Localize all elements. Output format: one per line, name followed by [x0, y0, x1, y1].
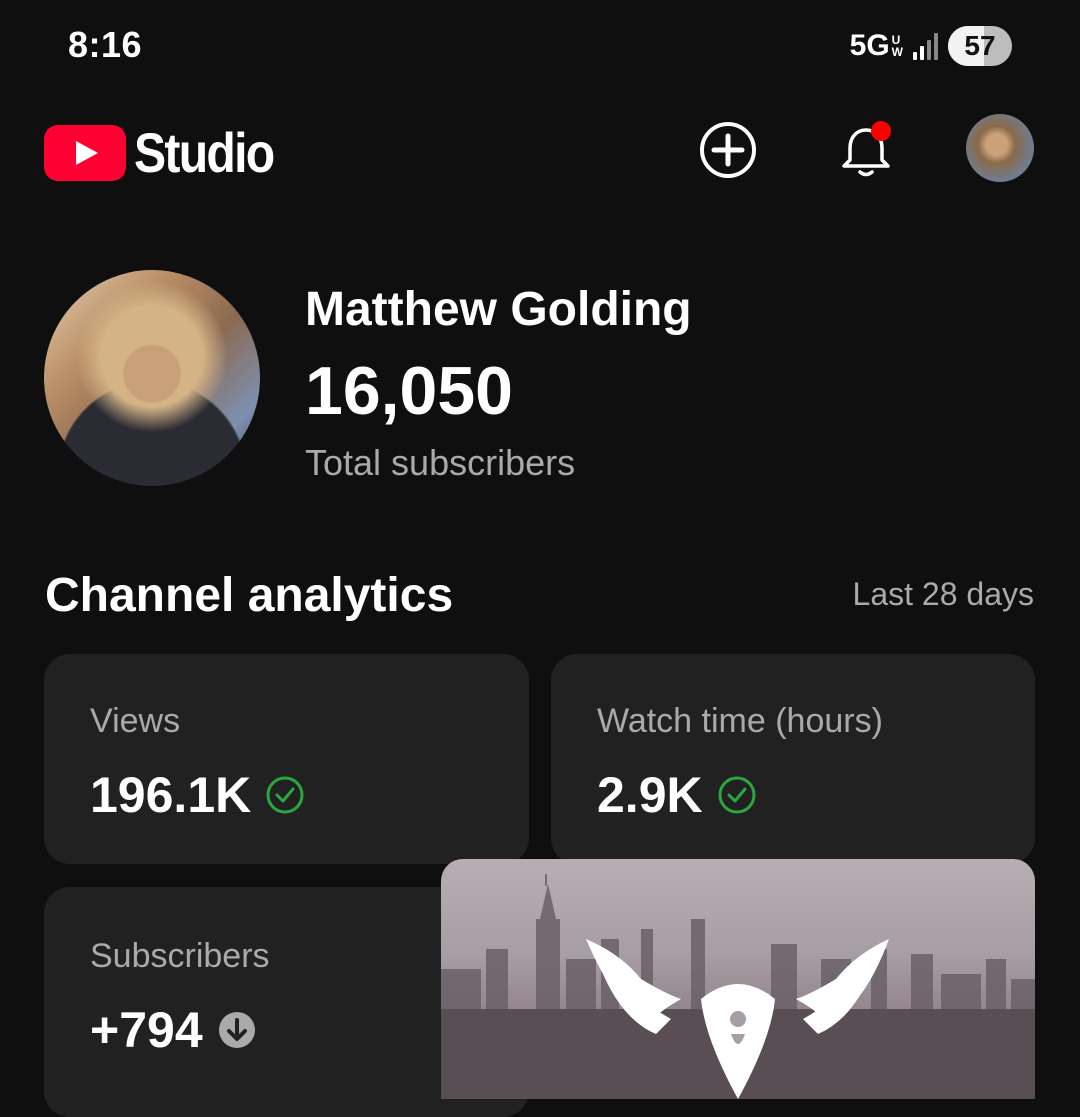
- check-circle-icon: [266, 776, 304, 814]
- analytics-title: Channel analytics: [45, 569, 454, 622]
- battery-percent: 57: [964, 30, 996, 61]
- subscriber-count: 16,050: [305, 353, 513, 429]
- video-mini-player[interactable]: [441, 859, 1035, 1099]
- channel-name: Matthew Golding: [305, 283, 692, 336]
- youtube-logo-icon: [44, 124, 126, 181]
- status-bar: 8:16 5G U W 57: [0, 0, 1080, 90]
- battery-indicator: 57: [948, 26, 1012, 66]
- check-circle-icon: [718, 776, 756, 814]
- watch-time-value: 2.9K: [597, 767, 703, 823]
- arrow-down-circle-icon: [218, 1012, 255, 1048]
- views-card[interactable]: Views 196.1K: [44, 654, 529, 864]
- signal-strength-icon: [913, 32, 938, 60]
- create-plus-icon: [700, 122, 756, 178]
- studio-logo[interactable]: Studio: [44, 120, 296, 185]
- watch-time-label: Watch time (hours): [597, 702, 883, 740]
- subscriber-label: Total subscribers: [305, 442, 576, 483]
- account-avatar[interactable]: [966, 114, 1034, 182]
- views-label: Views: [90, 702, 181, 740]
- watch-time-card[interactable]: Watch time (hours) 2.9K: [551, 654, 1035, 864]
- subscribers-label: Subscribers: [90, 937, 270, 975]
- status-time: 8:16: [68, 24, 143, 65]
- network-type: 5G: [849, 29, 890, 62]
- views-value: 196.1K: [90, 767, 252, 823]
- app-name: Studio: [134, 121, 275, 184]
- create-button[interactable]: [696, 118, 760, 182]
- status-indicators: 5G U W 57: [850, 24, 1012, 68]
- subscribers-value: +794: [90, 1002, 203, 1058]
- analytics-period[interactable]: Last 28 days: [853, 576, 1034, 613]
- notification-dot: [871, 121, 891, 141]
- network-indicator: 5G U W: [850, 29, 903, 63]
- network-subtype: U W: [891, 33, 903, 59]
- app-bar: Studio: [0, 100, 1080, 200]
- channel-avatar[interactable]: [44, 270, 260, 486]
- notifications-bell-icon: [842, 121, 891, 177]
- video-thumbnail: [441, 874, 1035, 1099]
- notifications-button[interactable]: [834, 118, 898, 182]
